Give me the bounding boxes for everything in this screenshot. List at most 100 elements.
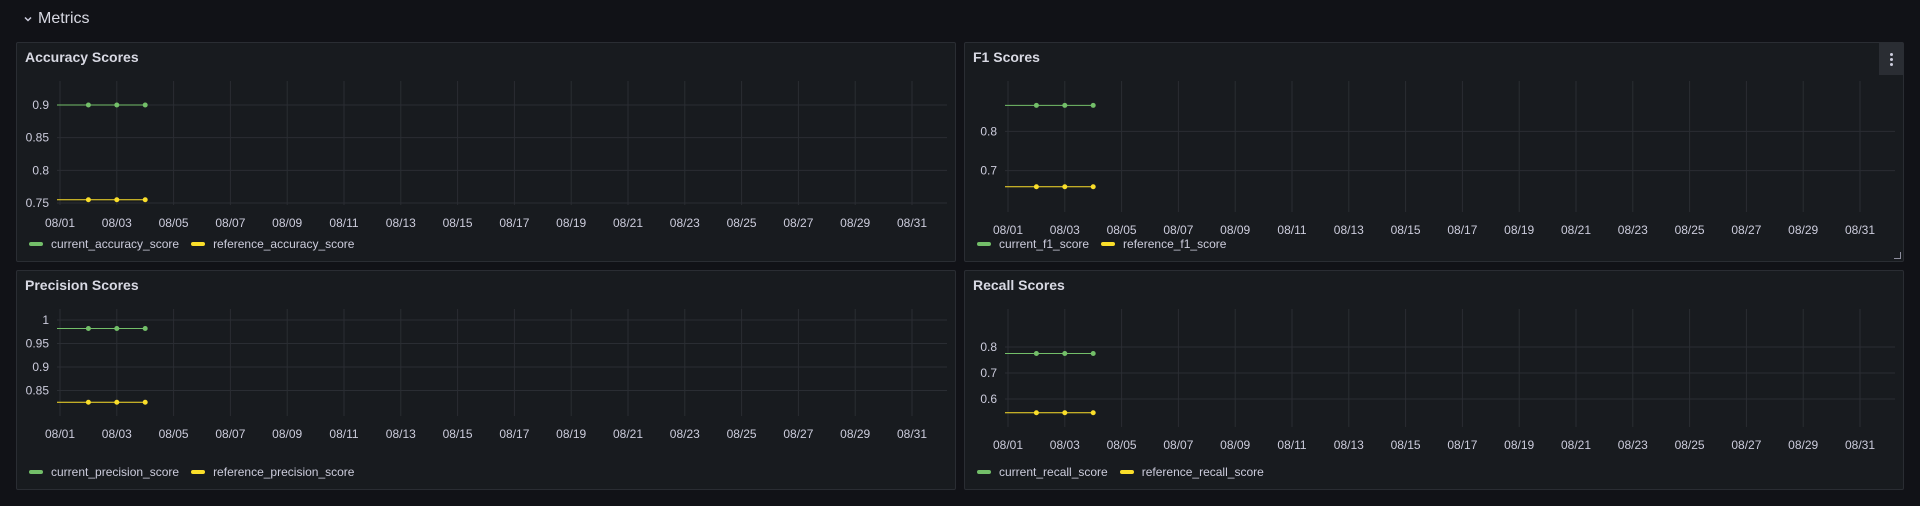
y-tick-label: 1 [42, 313, 49, 327]
row-title: Metrics [38, 10, 90, 27]
legend-item-current[interactable]: current_accuracy_score [29, 237, 179, 251]
panel-recall-scores: Recall Scores 08/01 08/03 08/05 08/07 08/09 0… [964, 270, 1904, 490]
y-tick-label: 0.75 [26, 196, 50, 210]
x-tick-label: 08/31 [1845, 223, 1875, 237]
panel-f1-scores: F1 Scores 08/01 08/03 08/05 08/07 08/09 08/11… [964, 42, 1904, 262]
data-point [114, 102, 120, 108]
panel-accuracy-scores: Accuracy Scores 08/01 08/03 08/05 08/07 08/0… [16, 42, 956, 262]
x-tick-label: 08/29 [840, 427, 870, 441]
data-point [1062, 184, 1068, 190]
x-tick-label: 08/17 [1447, 438, 1477, 452]
x-tick-label: 08/09 [1220, 223, 1250, 237]
legend-item-reference[interactable]: reference_accuracy_score [191, 237, 354, 251]
row-collapse-toggle[interactable]: Metrics [22, 7, 90, 31]
x-tick-label: 08/13 [1334, 438, 1364, 452]
x-tick-label: 08/29 [1788, 223, 1818, 237]
x-tick-label: 08/11 [1277, 223, 1306, 237]
legend-label: current_recall_score [999, 465, 1108, 479]
x-tick-label: 08/27 [1731, 223, 1761, 237]
legend: current_precision_score reference_precis… [29, 465, 354, 479]
x-tick-label: 08/01 [993, 438, 1023, 452]
x-tick-label: 08/07 [1163, 223, 1193, 237]
data-point [1062, 351, 1068, 356]
legend-swatch [977, 470, 991, 474]
legend-item-reference[interactable]: reference_recall_score [1119, 465, 1264, 479]
data-point [1033, 102, 1039, 108]
legend-label: reference_precision_score [213, 465, 355, 479]
x-tick-label: 08/05 [1107, 438, 1137, 452]
x-tick-label: 08/21 [1561, 223, 1591, 237]
x-tick-label: 08/09 [272, 427, 302, 441]
x-tick-label: 08/21 [1561, 438, 1591, 452]
x-tick-label: 08/09 [272, 216, 302, 230]
x-tick-label: 08/15 [1391, 438, 1421, 452]
data-point [1033, 410, 1039, 416]
data-point [85, 102, 91, 108]
data-point [114, 399, 120, 405]
chevron-down-icon [24, 16, 32, 22]
legend-swatch [191, 470, 206, 474]
legend-label: reference_recall_score [1141, 465, 1264, 479]
y-tick-label: 0.95 [26, 337, 50, 351]
legend-item-reference[interactable]: reference_f1_score [1101, 237, 1226, 251]
x-tick-label: 08/05 [159, 427, 189, 441]
data-point [1090, 410, 1096, 416]
x-tick-label: 08/13 [1334, 223, 1364, 237]
x-tick-label: 08/19 [556, 427, 586, 441]
x-tick-label: 08/29 [840, 216, 870, 230]
legend-item-current[interactable]: current_f1_score [977, 237, 1089, 251]
data-point [142, 325, 148, 331]
x-tick-label: 08/27 [783, 427, 813, 441]
y-tick-label: 0.85 [26, 384, 50, 398]
legend-label: reference_accuracy_score [213, 237, 355, 251]
y-tick-label: 0.85 [26, 131, 50, 145]
data-point [1090, 351, 1096, 356]
x-tick-label: 08/31 [1845, 438, 1875, 452]
data-point [142, 399, 148, 405]
y-tick-label: 0.7 [980, 164, 997, 178]
x-tick-label: 08/07 [215, 427, 245, 441]
x-tick-label: 08/31 [897, 427, 927, 441]
legend-label: current_accuracy_score [51, 237, 180, 251]
x-tick-label: 08/15 [1391, 223, 1421, 237]
x-tick-label: 08/31 [897, 216, 927, 230]
data-point [142, 197, 148, 203]
x-tick-label: 08/13 [386, 216, 416, 230]
accuracy-chart: 08/01 08/03 08/05 08/07 08/09 08/11 08/13 08/15… [26, 81, 947, 230]
legend-swatch [29, 470, 43, 474]
legend-label: current_precision_score [51, 465, 180, 479]
y-tick-label: 0.7 [980, 366, 997, 380]
panel-resize-handle[interactable] [1894, 252, 1901, 259]
f1-chart: 08/01 08/03 08/05 08/07 08/09 08/11 08/13 08/15… [980, 81, 1895, 237]
x-tick-label: 08/19 [1504, 223, 1534, 237]
y-tick-label: 0.9 [32, 360, 49, 374]
legend-label: reference_f1_score [1123, 237, 1227, 251]
x-tick-label: 08/01 [993, 223, 1023, 237]
legend-item-current[interactable]: current_precision_score [29, 465, 179, 479]
x-tick-label: 08/27 [783, 216, 813, 230]
x-tick-label: 08/17 [499, 427, 529, 441]
legend-swatch [1101, 242, 1116, 246]
x-tick-label: 08/07 [1163, 438, 1193, 452]
legend-swatch [977, 242, 991, 246]
data-point [85, 399, 91, 405]
y-tick-label: 0.8 [32, 163, 49, 177]
data-point [1033, 184, 1039, 190]
legend-item-current[interactable]: current_recall_score [977, 465, 1108, 479]
x-tick-label: 08/09 [1220, 438, 1250, 452]
x-tick-label: 08/11 [329, 216, 358, 230]
data-point [1090, 184, 1096, 190]
panel-precision-scores: Precision Scores 08/01 08/03 08/05 08/07 08/… [16, 270, 956, 490]
x-tick-label: 08/07 [215, 216, 245, 230]
legend-item-reference[interactable]: reference_precision_score [191, 465, 354, 479]
legend-swatch [191, 242, 206, 246]
x-tick-label: 08/27 [1731, 438, 1761, 452]
data-point [142, 102, 148, 108]
legend-swatch [1119, 470, 1134, 474]
data-point [1062, 102, 1068, 108]
y-tick-label: 0.8 [980, 340, 997, 354]
x-tick-label: 08/11 [1277, 438, 1306, 452]
x-tick-label: 08/25 [1675, 223, 1705, 237]
x-tick-label: 08/17 [1447, 223, 1477, 237]
x-tick-label: 08/19 [1504, 438, 1534, 452]
